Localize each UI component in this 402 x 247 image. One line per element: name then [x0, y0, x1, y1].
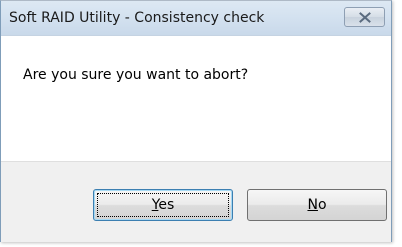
title-bar[interactable]: Soft RAID Utility - Consistency check — [1, 1, 391, 36]
no-mnemonic: N — [307, 197, 318, 213]
no-button-label: No — [307, 197, 326, 213]
yes-button[interactable]: Yes — [93, 189, 233, 221]
button-bar: Yes No — [1, 161, 391, 242]
close-icon — [359, 12, 371, 23]
close-button[interactable] — [344, 7, 385, 27]
dialog-content — [1, 36, 391, 161]
no-button[interactable]: No — [247, 189, 387, 221]
dialog-title: Soft RAID Utility - Consistency check — [9, 10, 265, 26]
no-label-rest: o — [317, 197, 327, 213]
confirm-dialog: Soft RAID Utility - Consistency check Ar… — [0, 0, 392, 242]
confirmation-message: Are you sure you want to abort? — [23, 67, 249, 83]
yes-button-label: Yes — [152, 197, 175, 213]
yes-label-rest: es — [158, 197, 175, 213]
